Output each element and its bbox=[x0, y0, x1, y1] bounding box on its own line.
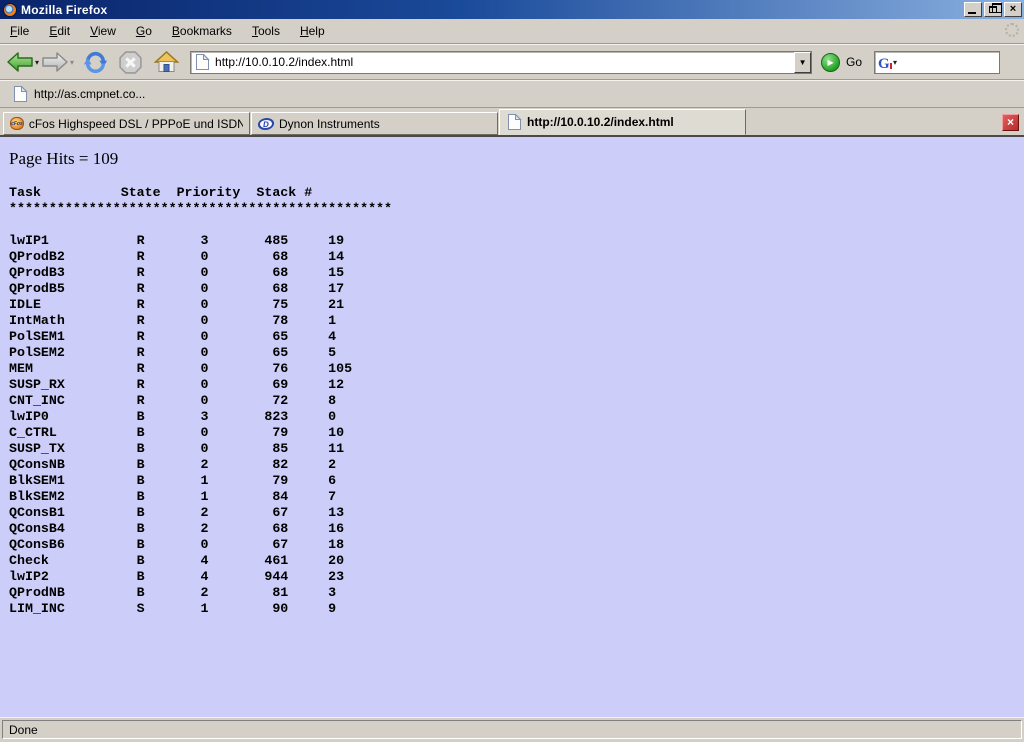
status-text: Done bbox=[9, 723, 38, 737]
restore-button[interactable] bbox=[984, 2, 1002, 17]
status-bar: Done bbox=[0, 717, 1024, 742]
table-row: QConsNB B 2 82 2 bbox=[9, 457, 1024, 473]
table-header: Task State Priority Stack # bbox=[9, 185, 1024, 201]
menu-bar: FileEditViewGoBookmarksToolsHelp bbox=[0, 19, 1024, 44]
status-panel: Done bbox=[2, 720, 1022, 739]
menu-item-file[interactable]: File bbox=[0, 20, 39, 42]
table-row: CNT_INC R 0 72 8 bbox=[9, 393, 1024, 409]
forward-dropdown-icon[interactable]: ▾ bbox=[70, 58, 74, 67]
table-row: QProdNB B 2 81 3 bbox=[9, 585, 1024, 601]
table-row: C_CTRL B 0 79 10 bbox=[9, 425, 1024, 441]
table-row: QConsB6 B 0 67 18 bbox=[9, 537, 1024, 553]
table-row: LIM_INC S 1 90 9 bbox=[9, 601, 1024, 617]
minimize-button[interactable] bbox=[964, 2, 982, 17]
menu-bar-items: FileEditViewGoBookmarksToolsHelp bbox=[0, 20, 335, 42]
bookmark-label: http://as.cmpnet.co... bbox=[34, 87, 145, 101]
menu-item-go[interactable]: Go bbox=[126, 20, 162, 42]
dynon-favicon-icon: D bbox=[257, 118, 275, 130]
bookmark-item[interactable]: http://as.cmpnet.co... bbox=[8, 84, 149, 104]
tab-label: Dynon Instruments bbox=[279, 117, 380, 131]
page-icon bbox=[12, 86, 28, 102]
google-icon: G bbox=[878, 55, 892, 70]
table-row: IntMath R 0 78 1 bbox=[9, 313, 1024, 329]
forward-button[interactable]: ▾ bbox=[41, 51, 74, 73]
close-tab-button[interactable]: × bbox=[1002, 114, 1019, 131]
menu-item-edit[interactable]: Edit bbox=[39, 20, 80, 42]
navigation-toolbar: ▾ ▾ h bbox=[0, 44, 1024, 80]
menu-item-bookmarks[interactable]: Bookmarks bbox=[162, 20, 242, 42]
table-row: SUSP_TX B 0 85 11 bbox=[9, 441, 1024, 457]
table-row: lwIP0 B 3 823 0 bbox=[9, 409, 1024, 425]
go-button[interactable]: ▶ Go bbox=[821, 53, 862, 72]
throbber-icon bbox=[1005, 23, 1019, 37]
home-icon bbox=[153, 50, 180, 74]
tab-bar: cFos cFos Highspeed DSL / PPPoE und ISDN… bbox=[0, 108, 1024, 137]
home-button[interactable] bbox=[153, 50, 180, 74]
close-button[interactable]: × bbox=[1004, 2, 1022, 17]
forward-arrow-icon bbox=[41, 51, 69, 73]
close-icon: × bbox=[1010, 4, 1016, 15]
back-arrow-icon bbox=[6, 51, 34, 73]
page-icon bbox=[194, 54, 210, 70]
url-dropdown-button[interactable]: ▼ bbox=[794, 52, 811, 73]
table-row: PolSEM1 R 0 65 4 bbox=[9, 329, 1024, 345]
table-row: QConsB4 B 2 68 16 bbox=[9, 521, 1024, 537]
window-title: Mozilla Firefox bbox=[21, 3, 964, 17]
table-row: QConsB1 B 2 67 13 bbox=[9, 505, 1024, 521]
go-icon: ▶ bbox=[821, 53, 840, 72]
table-row: QProdB3 R 0 68 15 bbox=[9, 265, 1024, 281]
cfos-favicon-icon: cFos bbox=[10, 117, 24, 130]
tab-dynon[interactable]: D Dynon Instruments bbox=[251, 112, 498, 135]
tab-cfos[interactable]: cFos cFos Highspeed DSL / PPPoE und ISDN… bbox=[3, 112, 250, 135]
back-dropdown-icon[interactable]: ▾ bbox=[35, 58, 39, 67]
table-row: SUSP_RX R 0 69 12 bbox=[9, 377, 1024, 393]
table-separator: ****************************************… bbox=[9, 201, 1024, 217]
tab-label: http://10.0.10.2/index.html bbox=[527, 115, 674, 129]
url-bar[interactable]: http://10.0.10.2/index.html ▼ bbox=[190, 51, 812, 74]
restore-icon bbox=[989, 6, 997, 13]
reload-icon bbox=[82, 49, 109, 76]
table-row: IDLE R 0 75 21 bbox=[9, 297, 1024, 313]
table-row: lwIP2 B 4 944 23 bbox=[9, 569, 1024, 585]
task-table: Task State Priority Stack #*************… bbox=[9, 185, 1024, 617]
menu-item-tools[interactable]: Tools bbox=[242, 20, 290, 42]
bookmarks-toolbar: http://as.cmpnet.co... bbox=[0, 80, 1024, 108]
table-row: BlkSEM1 B 1 79 6 bbox=[9, 473, 1024, 489]
search-input[interactable]: G ▾ bbox=[874, 51, 1000, 74]
firefox-logo-icon bbox=[3, 3, 17, 17]
reload-button[interactable] bbox=[82, 49, 109, 76]
table-row: Check B 4 461 20 bbox=[9, 553, 1024, 569]
tab-active-index-page[interactable]: http://10.0.10.2/index.html bbox=[499, 109, 746, 135]
stop-icon bbox=[118, 50, 143, 75]
tab-label: cFos Highspeed DSL / PPPoE und ISDN CAP.… bbox=[29, 117, 243, 131]
back-button[interactable]: ▾ bbox=[6, 51, 39, 73]
table-blank-line bbox=[9, 217, 1024, 233]
url-input[interactable]: http://10.0.10.2/index.html bbox=[215, 55, 794, 69]
title-bar: Mozilla Firefox × bbox=[0, 0, 1024, 19]
menu-item-help[interactable]: Help bbox=[290, 20, 335, 42]
page-content: Page Hits = 109 Task State Priority Stac… bbox=[0, 137, 1024, 717]
table-row: BlkSEM2 B 1 84 7 bbox=[9, 489, 1024, 505]
stop-button[interactable] bbox=[118, 50, 143, 75]
table-row: PolSEM2 R 0 65 5 bbox=[9, 345, 1024, 361]
page-icon bbox=[506, 114, 522, 130]
page-hits-text: Page Hits = 109 bbox=[9, 149, 1024, 169]
menu-item-view[interactable]: View bbox=[80, 20, 126, 42]
table-row: lwIP1 R 3 485 19 bbox=[9, 233, 1024, 249]
table-row: MEM R 0 76 105 bbox=[9, 361, 1024, 377]
go-label: Go bbox=[846, 55, 862, 69]
minimize-icon bbox=[968, 12, 976, 14]
table-row: QProdB5 R 0 68 17 bbox=[9, 281, 1024, 297]
search-engine-dropdown-icon[interactable]: ▾ bbox=[893, 58, 897, 67]
table-row: QProdB2 R 0 68 14 bbox=[9, 249, 1024, 265]
